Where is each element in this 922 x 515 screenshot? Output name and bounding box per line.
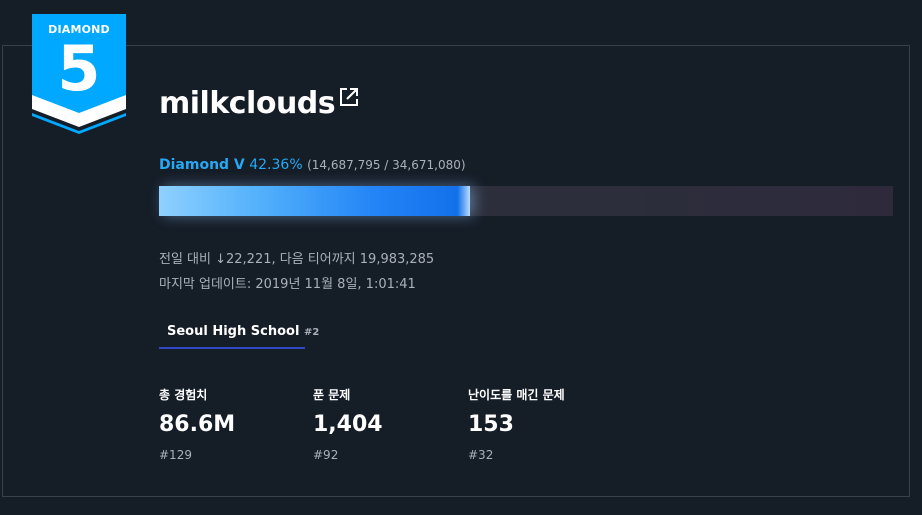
school-rank: #2 bbox=[303, 327, 320, 338]
stat-value: 1,404 bbox=[313, 412, 383, 437]
stat-value: 153 bbox=[468, 412, 514, 437]
stat-total-exp: 총 경험치 86.6M #129 bbox=[159, 386, 235, 462]
tab-school[interactable]: Seoul High School #2 bbox=[159, 316, 319, 349]
tier-detail: (14,687,795 / 34,671,080) bbox=[307, 158, 466, 172]
external-link-icon[interactable] bbox=[339, 87, 359, 107]
tier-badge-number: 5 bbox=[57, 32, 101, 105]
stat-label: 푼 문제 bbox=[313, 388, 351, 402]
school-name: Seoul High School bbox=[167, 324, 300, 339]
stat-rank: #32 bbox=[468, 448, 494, 462]
profile-card bbox=[2, 45, 910, 497]
stat-rank: #129 bbox=[159, 448, 192, 462]
last-update-text: 마지막 업데이트: 2019년 11월 8일, 1:01:41 bbox=[159, 277, 416, 292]
tier-progress-bar bbox=[159, 186, 893, 216]
stat-value: 86.6M bbox=[159, 412, 236, 437]
stat-label: 총 경험치 bbox=[159, 388, 208, 402]
tier-summary: Diamond V 42.36% (14,687,795 / 34,671,08… bbox=[159, 156, 466, 174]
stat-rated: 난이도를 매긴 문제 153 #32 bbox=[468, 386, 565, 462]
tier-badge: DIAMOND 5 bbox=[32, 14, 126, 134]
username: milkclouds bbox=[159, 86, 336, 121]
tier-name: Diamond V bbox=[159, 157, 245, 173]
stat-solved: 푼 문제 1,404 #92 bbox=[313, 386, 383, 462]
tier-percent: 42.36% bbox=[249, 157, 303, 173]
stat-label: 난이도를 매긴 문제 bbox=[468, 388, 565, 402]
daily-change-text: 전일 대비 ↓22,221, 다음 티어까지 19,983,285 bbox=[159, 252, 435, 267]
stat-rank: #92 bbox=[313, 448, 339, 462]
tier-progress-fill bbox=[159, 186, 470, 216]
